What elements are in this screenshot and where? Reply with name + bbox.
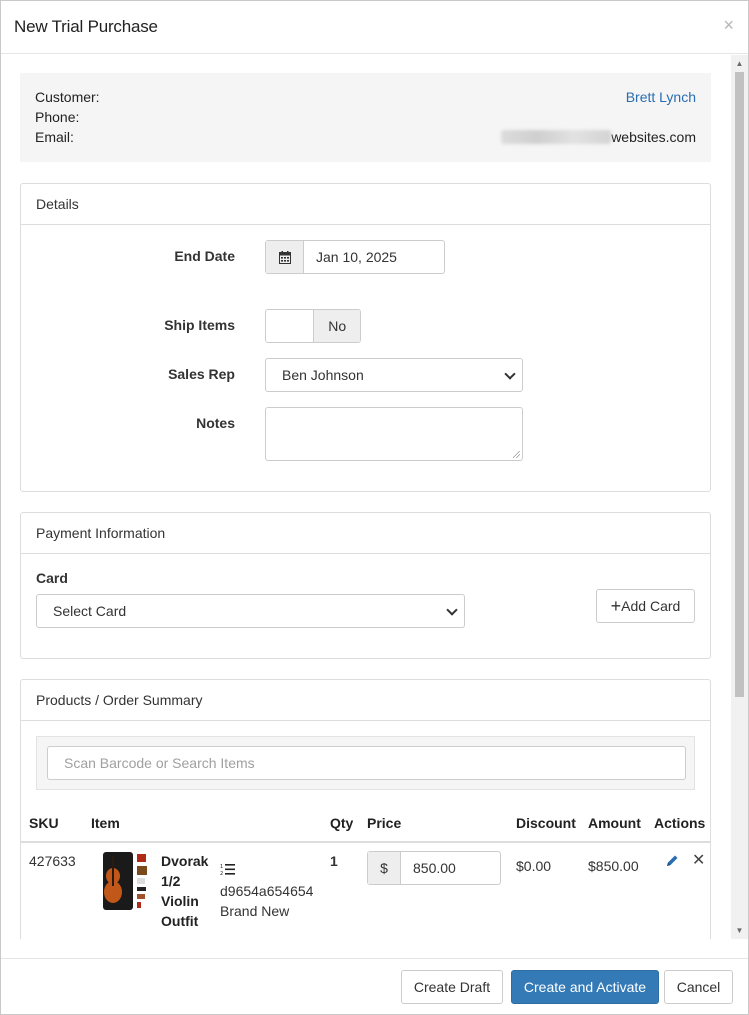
modal-title: New Trial Purchase	[14, 17, 158, 36]
calendar-icon[interactable]	[266, 241, 304, 273]
column-sku: SKU	[29, 815, 59, 831]
customer-info: Customer: Phone: Email: Brett Lynch webs…	[20, 73, 711, 162]
price-input[interactable]: 850.00	[401, 852, 468, 884]
create-draft-button[interactable]: Create Draft	[401, 970, 503, 1004]
products-heading: Products / Order Summary	[21, 680, 710, 721]
card-select-value: Select Card	[53, 603, 127, 619]
svg-text:2: 2	[220, 871, 223, 876]
end-date-label: End Date	[174, 248, 235, 264]
item-search-input[interactable]: Scan Barcode or Search Items	[47, 746, 686, 780]
new-trial-purchase-modal: New Trial Purchase × Customer: Phone: Em…	[0, 0, 749, 1015]
cancel-button[interactable]: Cancel	[664, 970, 733, 1004]
item-name-line: 1/2	[161, 873, 181, 889]
add-card-label: Add Card	[621, 598, 681, 614]
modal-body: Customer: Phone: Email: Brett Lynch webs…	[1, 55, 748, 939]
details-panel: Details End Date Jan 10, 2025 Ship Items	[20, 183, 711, 492]
plus-icon: +	[610, 596, 622, 616]
item-name-line: Violin	[161, 893, 199, 909]
toggle-state-label: No	[313, 310, 360, 342]
column-actions: Actions	[654, 815, 706, 831]
ship-items-toggle[interactable]: No	[265, 309, 361, 343]
column-discount: Discount	[516, 815, 576, 831]
email-suffix: websites.com	[611, 129, 696, 145]
close-icon[interactable]: ×	[723, 15, 734, 35]
column-price: Price	[367, 815, 402, 831]
pencil-icon[interactable]	[665, 854, 679, 871]
column-qty: Qty	[330, 815, 354, 831]
redacted-email-blur	[501, 130, 612, 144]
sales-rep-label: Sales Rep	[168, 366, 235, 382]
add-card-button[interactable]: +Add Card	[596, 589, 695, 623]
card-label: Card	[36, 570, 68, 586]
item-condition: Brand New	[220, 903, 290, 919]
create-and-activate-button[interactable]: Create and Activate	[511, 970, 659, 1004]
notes-textarea[interactable]	[265, 407, 523, 461]
details-heading: Details	[21, 184, 710, 225]
payment-heading: Payment Information	[21, 513, 710, 554]
item-search-well: Scan Barcode or Search Items	[36, 736, 695, 790]
end-date-picker[interactable]: Jan 10, 2025	[265, 240, 445, 274]
row-sku: 427633	[29, 853, 76, 869]
notes-label: Notes	[196, 415, 235, 431]
column-amount: Amount	[588, 815, 641, 831]
modal-scrollbar[interactable]: ▲ ▼	[731, 55, 748, 939]
ship-items-label: Ship Items	[164, 317, 235, 333]
row-qty: 1	[330, 853, 338, 869]
table-header-divider	[21, 841, 710, 843]
violin-product-image	[97, 850, 155, 914]
customer-name-link[interactable]: Brett Lynch	[626, 89, 696, 105]
payment-panel: Payment Information Card Select Card +Ad…	[20, 512, 711, 659]
sales-rep-select[interactable]: Ben Johnson	[265, 358, 523, 392]
scroll-down-arrow-icon[interactable]: ▼	[731, 922, 748, 939]
row-discount: $0.00	[516, 858, 552, 874]
remove-icon[interactable]: ✕	[692, 853, 705, 869]
item-name-line: Outfit	[161, 913, 199, 929]
chevron-down-icon	[446, 604, 458, 616]
scroll-up-arrow-icon[interactable]: ▲	[731, 55, 748, 72]
price-input-group[interactable]: $ 850.00	[367, 851, 501, 885]
svg-text:1: 1	[220, 864, 223, 870]
products-panel: Products / Order Summary Scan Barcode or…	[20, 679, 711, 939]
resize-grip-icon[interactable]	[513, 451, 520, 458]
toggle-handle[interactable]	[266, 310, 314, 342]
item-name-line: Dvorak	[161, 853, 209, 869]
email-label: Email:	[35, 129, 74, 145]
scrollbar-thumb[interactable]	[735, 72, 744, 697]
customer-label: Customer:	[35, 89, 100, 105]
phone-label: Phone:	[35, 109, 80, 125]
email-value: websites.com	[501, 129, 696, 145]
row-amount: $850.00	[588, 858, 639, 874]
card-select[interactable]: Select Card	[36, 594, 465, 628]
modal-header: New Trial Purchase ×	[1, 1, 748, 54]
column-item: Item	[91, 815, 120, 831]
currency-symbol: $	[368, 852, 401, 884]
item-serial: d9654a654654	[220, 883, 314, 899]
sales-rep-value: Ben Johnson	[282, 367, 364, 383]
ordered-list-icon[interactable]: 1 2	[220, 863, 235, 879]
item-name: Dvorak 1/2 Violin Outfit	[161, 851, 208, 931]
chevron-down-icon	[504, 368, 516, 380]
end-date-input[interactable]: Jan 10, 2025	[304, 241, 409, 273]
modal-footer: Create Draft Create and Activate Cancel	[1, 958, 748, 1014]
